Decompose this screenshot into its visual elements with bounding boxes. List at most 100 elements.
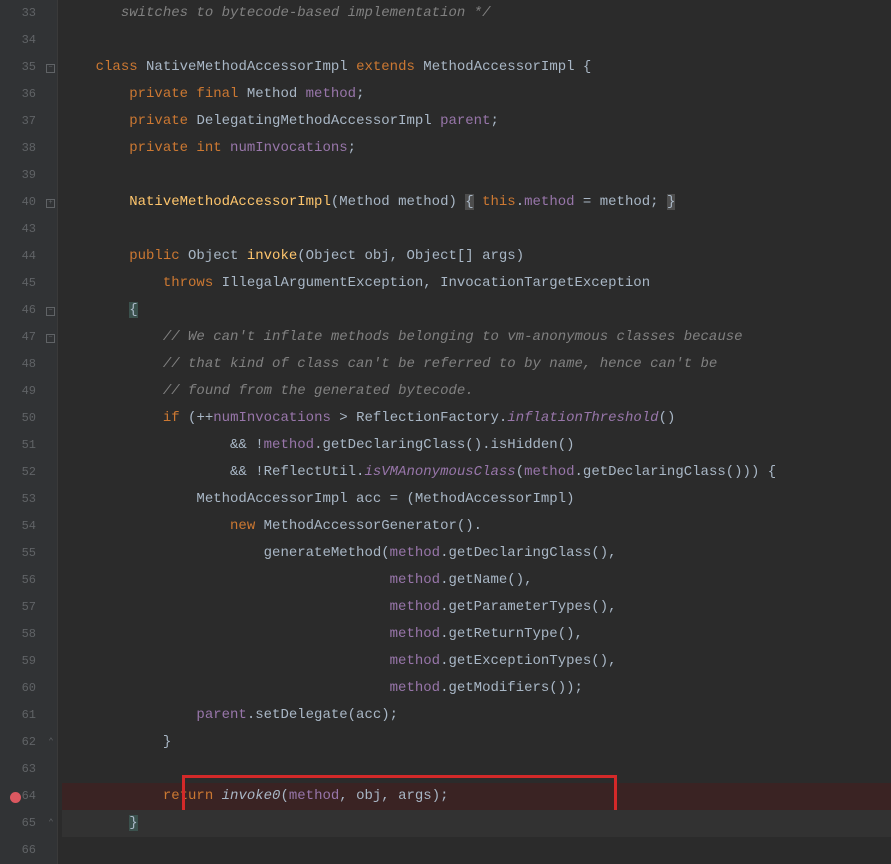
fold-end-icon[interactable]: ⌃ (46, 738, 56, 748)
fold-end-icon[interactable]: ⌃ (46, 819, 56, 829)
code-token: method (390, 626, 440, 642)
code-line[interactable] (62, 756, 891, 783)
code-line[interactable]: new MethodAccessorGenerator(). (62, 513, 891, 540)
code-line[interactable]: && !ReflectUtil.isVMAnonymousClass(metho… (62, 459, 891, 486)
line-number[interactable]: 37 (0, 108, 36, 135)
code-line[interactable] (62, 27, 891, 54)
fold-collapse-icon[interactable]: − (46, 334, 55, 343)
line-number[interactable]: 49 (0, 378, 36, 405)
code-line[interactable]: method.getName(), (62, 567, 891, 594)
code-token: (Method method) (331, 194, 465, 210)
fold-collapse-icon[interactable]: − (46, 307, 55, 316)
line-number[interactable]: 63 (0, 756, 36, 783)
code-token (62, 356, 163, 372)
code-line[interactable]: // found from the generated bytecode. (62, 378, 891, 405)
code-token: NativeMethodAccessorImpl (129, 194, 331, 210)
line-number[interactable]: 57 (0, 594, 36, 621)
line-number[interactable]: 43 (0, 216, 36, 243)
code-line[interactable]: private int numInvocations; (62, 135, 891, 162)
fold-collapse-icon[interactable]: − (46, 64, 55, 73)
code-line[interactable]: && !method.getDeclaringClass().isHidden(… (62, 432, 891, 459)
code-line[interactable]: if (++numInvocations > ReflectionFactory… (62, 405, 891, 432)
fold-expand-icon[interactable]: + (46, 199, 55, 208)
code-editor[interactable]: switches to bytecode-based implementatio… (58, 0, 891, 864)
code-token (62, 653, 390, 669)
code-token: , obj, args); (339, 788, 448, 804)
line-number[interactable]: 61 (0, 702, 36, 729)
code-line[interactable]: method.getReturnType(), (62, 621, 891, 648)
code-line[interactable]: { (62, 297, 891, 324)
code-line[interactable]: method.getExceptionTypes(), (62, 648, 891, 675)
code-token: .getExceptionTypes(), (440, 653, 616, 669)
line-number[interactable]: 52 (0, 459, 36, 486)
line-number[interactable]: 58 (0, 621, 36, 648)
code-line[interactable]: private DelegatingMethodAccessorImpl par… (62, 108, 891, 135)
code-token: . (516, 194, 524, 210)
code-token: { (129, 302, 137, 318)
line-number[interactable]: 38 (0, 135, 36, 162)
code-line[interactable]: throws IllegalArgumentException, Invocat… (62, 270, 891, 297)
code-token (62, 194, 129, 210)
code-token: IllegalArgumentException, InvocationTarg… (222, 275, 650, 291)
line-number[interactable]: 56 (0, 567, 36, 594)
line-number[interactable]: 66 (0, 837, 36, 864)
line-number[interactable]: 54 (0, 513, 36, 540)
code-token: && ! (230, 437, 264, 453)
line-number[interactable]: 53 (0, 486, 36, 513)
breakpoint-icon[interactable] (10, 792, 21, 803)
line-number[interactable]: 59 (0, 648, 36, 675)
code-token: DelegatingMethodAccessorImpl (196, 113, 440, 129)
line-number[interactable]: 44o↑ (0, 243, 36, 270)
code-token (62, 491, 196, 507)
code-token: switches to bytecode-based implementatio… (121, 5, 491, 21)
line-number[interactable]: 36 (0, 81, 36, 108)
line-number[interactable]: 60 (0, 675, 36, 702)
line-number[interactable]: 33 (0, 0, 36, 27)
line-number[interactable]: 34 (0, 27, 36, 54)
code-token: ; (348, 140, 356, 156)
code-line[interactable]: class NativeMethodAccessorImpl extends M… (62, 54, 891, 81)
line-number[interactable]: 51 (0, 432, 36, 459)
code-line[interactable]: method.getParameterTypes(), (62, 594, 891, 621)
code-token (62, 545, 264, 561)
code-token: } (163, 734, 171, 750)
code-line[interactable]: parent.setDelegate(acc); (62, 702, 891, 729)
code-line[interactable]: switches to bytecode-based implementatio… (62, 0, 891, 27)
code-line[interactable] (62, 162, 891, 189)
code-line[interactable]: public Object invoke(Object obj, Object[… (62, 243, 891, 270)
code-line[interactable] (62, 837, 891, 864)
code-line[interactable]: } (62, 810, 891, 837)
code-line[interactable]: MethodAccessorImpl acc = (MethodAccessor… (62, 486, 891, 513)
line-number-gutter[interactable]: 33343536373839404344o↑454647484950515253… (0, 0, 44, 864)
line-number[interactable]: 65 (0, 810, 36, 837)
code-token: parent (440, 113, 490, 129)
fold-column[interactable]: − + − − ⌃ ⌃ (44, 0, 58, 864)
line-number[interactable]: 50 (0, 405, 36, 432)
line-number[interactable]: 55 (0, 540, 36, 567)
code-token: method (306, 86, 356, 102)
code-token (62, 302, 129, 318)
line-number[interactable]: 62 (0, 729, 36, 756)
code-line[interactable]: // that kind of class can't be referred … (62, 351, 891, 378)
code-token: .getName(), (440, 572, 532, 588)
code-line[interactable]: return invoke0(method, obj, args); (62, 783, 891, 810)
code-token: return (163, 788, 222, 804)
line-number[interactable]: 45 (0, 270, 36, 297)
line-number[interactable]: 47 (0, 324, 36, 351)
line-number[interactable]: 40 (0, 189, 36, 216)
line-number[interactable]: 35 (0, 54, 36, 81)
code-line[interactable]: generateMethod(method.getDeclaringClass(… (62, 540, 891, 567)
code-line[interactable] (62, 216, 891, 243)
code-token: MethodAccessorImpl acc = (MethodAccessor… (196, 491, 574, 507)
code-line[interactable]: NativeMethodAccessorImpl(Method method) … (62, 189, 891, 216)
code-line[interactable]: // We can't inflate methods belonging to… (62, 324, 891, 351)
code-line[interactable]: method.getModifiers()); (62, 675, 891, 702)
code-line[interactable]: private final Method method; (62, 81, 891, 108)
line-number[interactable]: 48 (0, 351, 36, 378)
code-line[interactable]: } (62, 729, 891, 756)
line-number[interactable]: 39 (0, 162, 36, 189)
line-number[interactable]: 46 (0, 297, 36, 324)
code-token: .getReturnType(), (440, 626, 583, 642)
code-token: method (289, 788, 339, 804)
code-token: inflationThreshold (507, 410, 658, 426)
